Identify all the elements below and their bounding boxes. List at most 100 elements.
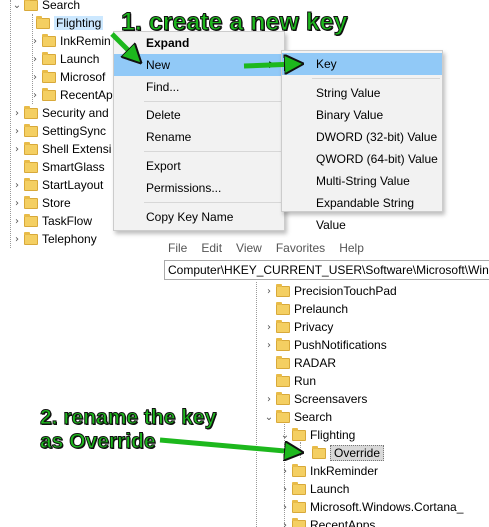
folder-icon	[276, 337, 290, 351]
menu-item-copy-key-name[interactable]: Copy Key Name	[114, 206, 284, 228]
tree-item-inkreminder[interactable]: › InkReminder	[280, 462, 378, 480]
step1-callout: 1. create a new key	[121, 8, 349, 37]
chevron-down-icon[interactable]: ⌄	[264, 408, 274, 426]
chevron-right-icon[interactable]: ›	[12, 230, 22, 248]
chevron-right-icon[interactable]: ›	[30, 68, 40, 86]
tree-item-search[interactable]: ⌄ Search	[264, 408, 332, 426]
chevron-right-icon[interactable]: ›	[12, 140, 22, 158]
folder-icon	[312, 445, 326, 459]
folder-icon	[24, 141, 38, 155]
chevron-right-icon[interactable]: ›	[280, 480, 290, 498]
tree-item-flighting[interactable]: Flighting	[34, 14, 104, 32]
tree-item-recentapps[interactable]: › RecentApps	[280, 516, 375, 527]
chevron-right-icon[interactable]: ›	[30, 86, 40, 104]
folder-icon	[24, 177, 38, 191]
chevron-right-icon[interactable]: ›	[280, 516, 290, 527]
menu-item-new[interactable]: New ▶	[114, 54, 284, 76]
tree-item-run[interactable]: Run	[274, 372, 316, 390]
tree-item-microsoft-windows-cortana[interactable]: › Microsoft.Windows.Cortana_	[280, 498, 463, 516]
submenu-item-dword-value[interactable]: DWORD (32-bit) Value	[282, 126, 442, 148]
menu-file[interactable]: File	[168, 241, 187, 255]
chevron-right-icon[interactable]: ›	[280, 498, 290, 516]
tree-item-store[interactable]: › Store	[12, 194, 71, 212]
menu-favorites[interactable]: Favorites	[276, 241, 325, 255]
folder-icon	[292, 499, 306, 513]
menu-item-find[interactable]: Find...	[114, 76, 284, 98]
chevron-right-icon[interactable]: ›	[264, 282, 274, 300]
folder-icon	[292, 481, 306, 495]
tree-guide-line	[300, 442, 301, 458]
chevron-right-icon[interactable]: ›	[12, 176, 22, 194]
folder-icon	[42, 51, 56, 65]
submenu-item-string-value[interactable]: String Value	[282, 82, 442, 104]
chevron-right-icon[interactable]: ›	[12, 194, 22, 212]
submenu-item-expandable-string-value[interactable]: Expandable String Value	[282, 192, 442, 232]
menu-item-export[interactable]: Export	[114, 155, 284, 177]
context-menu: Expand New ▶ Find... Delete Rename Expor…	[113, 31, 285, 231]
folder-icon	[24, 0, 38, 11]
folder-icon	[24, 213, 38, 227]
top-registry-panel: ⌄ Search Flighting › InkRemin › Launch ›…	[0, 0, 489, 248]
tree-item-recentapps[interactable]: › RecentAp	[30, 86, 113, 104]
chevron-right-icon[interactable]: ›	[30, 50, 40, 68]
tree-item-override[interactable]: Override	[310, 444, 385, 462]
tree-item-telephony[interactable]: › Telephony	[12, 230, 97, 248]
chevron-right-icon[interactable]: ›	[280, 462, 290, 480]
chevron-down-icon[interactable]: ⌄	[12, 0, 22, 14]
folder-icon	[42, 87, 56, 101]
folder-icon	[36, 15, 50, 29]
menu-item-rename[interactable]: Rename	[114, 126, 284, 148]
tree-item-inkreminder[interactable]: › InkRemin	[30, 32, 111, 50]
folder-icon	[292, 463, 306, 477]
folder-icon	[292, 427, 306, 441]
tree-item-screensavers[interactable]: › Screensavers	[264, 390, 367, 408]
folder-icon	[292, 517, 306, 527]
folder-icon	[276, 391, 290, 405]
submenu-item-qword-value[interactable]: QWORD (64-bit) Value	[282, 148, 442, 170]
tree-item-security[interactable]: › Security and	[12, 104, 109, 122]
folder-icon	[276, 355, 290, 369]
bottom-registry-panel: File Edit View Favorites Help Computer\H…	[160, 238, 489, 527]
menu-help[interactable]: Help	[339, 241, 364, 255]
chevron-down-icon[interactable]: ⌄	[280, 426, 290, 444]
tree-item-shell-extensions[interactable]: › Shell Extensi	[12, 140, 111, 158]
tree-item-taskflow[interactable]: › TaskFlow	[12, 212, 92, 230]
tree-item-prelaunch[interactable]: Prelaunch	[274, 300, 348, 318]
tree-item-microsoft[interactable]: › Microsof	[30, 68, 105, 86]
tree-item-startlayout[interactable]: › StartLayout	[12, 176, 103, 194]
chevron-right-icon[interactable]: ›	[12, 212, 22, 230]
submenu-item-key[interactable]: Key	[282, 53, 442, 75]
chevron-right-icon[interactable]: ›	[30, 32, 40, 50]
chevron-right-icon[interactable]: ›	[12, 104, 22, 122]
chevron-right-icon[interactable]: ›	[264, 336, 274, 354]
menu-item-delete[interactable]: Delete	[114, 104, 284, 126]
tree-item-privacy[interactable]: › Privacy	[264, 318, 333, 336]
submenu-item-binary-value[interactable]: Binary Value	[282, 104, 442, 126]
folder-icon	[276, 373, 290, 387]
folder-icon	[42, 69, 56, 83]
submenu-item-multi-string-value[interactable]: Multi-String Value	[282, 170, 442, 192]
tree-item-pushnotifications[interactable]: › PushNotifications	[264, 336, 387, 354]
tree-item-launch[interactable]: › Launch	[30, 50, 99, 68]
tree-item-search[interactable]: ⌄ Search	[12, 0, 80, 14]
menu-item-new-label: New	[146, 58, 171, 72]
tree-item-precisiontouchpad[interactable]: › PrecisionTouchPad	[264, 282, 397, 300]
chevron-right-icon[interactable]: ›	[12, 122, 22, 140]
chevron-right-icon[interactable]: ›	[264, 390, 274, 408]
folder-icon	[276, 319, 290, 333]
menu-item-permissions[interactable]: Permissions...	[114, 177, 284, 199]
new-submenu: Key String Value Binary Value DWORD (32-…	[281, 50, 443, 232]
tree-item-settingsync[interactable]: › SettingSync	[12, 122, 106, 140]
menu-separator	[144, 151, 282, 152]
menu-edit[interactable]: Edit	[201, 241, 222, 255]
menu-separator	[144, 101, 282, 102]
tree-item-launch[interactable]: › Launch	[280, 480, 349, 498]
tree-item-radar[interactable]: RADAR	[274, 354, 336, 372]
folder-icon	[276, 301, 290, 315]
address-bar[interactable]: Computer\HKEY_CURRENT_USER\Software\Micr…	[164, 260, 489, 280]
tree-item-flighting[interactable]: ⌄ Flighting	[280, 426, 355, 444]
tree-guide-line	[10, 0, 11, 248]
tree-item-smartglass[interactable]: SmartGlass	[22, 158, 105, 176]
chevron-right-icon[interactable]: ›	[264, 318, 274, 336]
menu-view[interactable]: View	[236, 241, 262, 255]
